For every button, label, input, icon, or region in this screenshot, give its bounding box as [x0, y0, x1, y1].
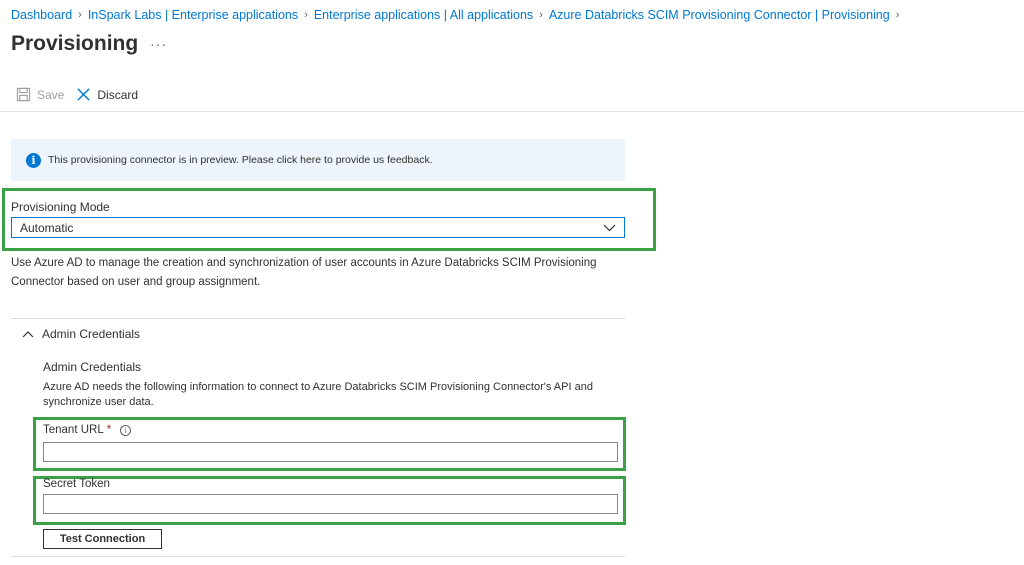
preview-feedback-banner[interactable]: i This provisioning connector is in prev…: [11, 139, 625, 181]
chevron-right-icon: ›: [304, 9, 308, 21]
secret-token-label: Secret Token: [43, 478, 110, 490]
provisioning-mode-label: Provisioning Mode: [11, 200, 110, 214]
provisioning-mode-description: Use Azure AD to manage the creation and …: [11, 257, 597, 288]
provisioning-mode-dropdown[interactable]: Automatic: [11, 217, 625, 238]
chevron-down-icon: [603, 224, 616, 231]
chevron-right-icon: ›: [895, 9, 900, 21]
chevron-right-icon: ›: [78, 9, 82, 21]
test-connection-button[interactable]: Test Connection: [43, 529, 162, 549]
save-icon: [16, 87, 31, 102]
breadcrumb-all-applications[interactable]: Enterprise applications | All applicatio…: [314, 8, 533, 22]
required-indicator: *: [106, 424, 112, 436]
breadcrumb-enterprise-applications[interactable]: InSpark Labs | Enterprise applications: [88, 8, 298, 22]
toolbar-divider: [0, 111, 1024, 112]
admin-credentials-section-toggle[interactable]: Admin Credentials: [22, 327, 140, 341]
close-icon: [77, 88, 90, 101]
page-title: Provisioning: [11, 32, 139, 55]
secret-token-input[interactable]: [43, 494, 618, 514]
info-icon: i: [26, 152, 41, 168]
breadcrumb: Dashboard › InSpark Labs | Enterprise ap…: [11, 8, 905, 22]
save-label: Save: [37, 87, 65, 102]
breadcrumb-provisioning[interactable]: Azure Databricks SCIM Provisioning Conne…: [549, 8, 890, 22]
tenant-url-label: Tenant URL * i: [43, 424, 132, 436]
banner-text: This provisioning connector is in previe…: [48, 154, 433, 166]
info-icon[interactable]: i: [120, 424, 132, 436]
breadcrumb-dashboard[interactable]: Dashboard: [11, 8, 72, 22]
save-button[interactable]: Save: [16, 87, 64, 102]
tenant-url-input[interactable]: [43, 442, 618, 462]
chevron-up-icon: [22, 331, 34, 338]
admin-credentials-section-label: Admin Credentials: [42, 327, 141, 341]
tenant-url-label-text: Tenant URL: [43, 424, 104, 436]
admin-credentials-description: Azure AD needs the following information…: [43, 381, 593, 408]
command-bar: Save Discard: [16, 87, 150, 102]
discard-button[interactable]: Discard: [76, 87, 138, 102]
chevron-right-icon: ›: [539, 9, 543, 21]
secret-token-label-text: Secret Token: [43, 478, 110, 490]
provisioning-mode-value: Automatic: [20, 220, 74, 235]
section-divider-top: [11, 318, 625, 319]
admin-credentials-title: Admin Credentials: [43, 360, 142, 374]
discard-label: Discard: [97, 87, 139, 102]
section-divider-bottom: [11, 556, 625, 557]
more-options-icon[interactable]: ···: [150, 36, 167, 52]
